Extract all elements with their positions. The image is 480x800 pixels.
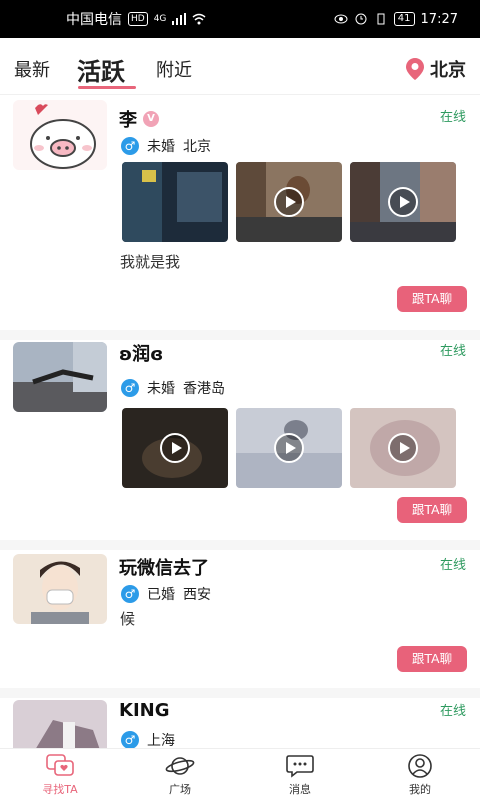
nav-messages[interactable]: 消息: [240, 749, 360, 800]
photo-strip: [122, 162, 456, 242]
wifi-icon: [192, 13, 206, 25]
user-meta: ♂ 未婚 北京: [121, 136, 211, 156]
nav-label: 寻找TA: [42, 782, 78, 796]
photo-image: [122, 162, 228, 242]
marital-status: 未婚: [147, 381, 175, 397]
photo-thumbnail[interactable]: [122, 162, 228, 242]
male-gender-icon: ♂: [121, 731, 139, 749]
status-bar: 中国电信 HD 4G 41 17:27: [0, 0, 480, 38]
tab-active[interactable]: 活跃: [77, 52, 125, 87]
play-icon[interactable]: [388, 187, 418, 217]
user-card[interactable]: 玩微信去了 在线 ♂ 已婚 西安 候 跟TA聊: [0, 550, 480, 688]
nav-mine[interactable]: 我的: [360, 749, 480, 800]
bottom-nav: 寻找TA 广场 消息 我的: [0, 748, 480, 800]
card-separator: [0, 330, 480, 340]
online-status: 在线: [439, 344, 466, 359]
user-bio: 候: [120, 610, 136, 628]
card-separator: [0, 688, 480, 698]
eye-icon: [334, 14, 348, 24]
divider: [0, 94, 480, 95]
user-name[interactable]: KING: [119, 700, 169, 721]
user-name[interactable]: ʚ润ɞ: [119, 340, 163, 366]
male-gender-icon: ♂: [121, 379, 139, 397]
heart-chat-icon: [46, 753, 74, 776]
nav-label: 我的: [409, 782, 431, 796]
user-name-text: ʚ润ɞ: [119, 344, 164, 365]
avatar[interactable]: [13, 700, 107, 750]
active-tab-underline: [78, 86, 136, 89]
user-location: 西安: [183, 587, 211, 603]
user-meta: ♂ 未婚 香港岛: [121, 378, 225, 398]
vibrate-icon: [377, 13, 385, 25]
user-feed[interactable]: 李 V 在线 ♂ 未婚 北京 我就是我 跟TA聊 ʚ润ɞ 在线 ♂ 未婚 香港岛…: [0, 96, 480, 750]
marital-status: 已婚: [147, 587, 175, 603]
city-label: 北京: [430, 60, 466, 81]
user-meta: ♂ 上海: [121, 730, 175, 750]
play-icon[interactable]: [388, 433, 418, 463]
user-meta: ♂ 已婚 西安: [121, 584, 211, 604]
user-card[interactable]: 李 V 在线 ♂ 未婚 北京 我就是我 跟TA聊: [0, 96, 480, 330]
user-name-text: 李: [119, 110, 137, 131]
nav-find-ta[interactable]: 寻找TA: [0, 749, 120, 800]
male-gender-icon: ♂: [121, 585, 139, 603]
location-pin-icon: [406, 58, 424, 80]
user-name[interactable]: 李 V: [119, 106, 159, 132]
pig-avatar-image: [13, 100, 107, 170]
online-status: 在线: [439, 110, 466, 125]
user-name-text: KING: [119, 700, 170, 721]
user-name[interactable]: 玩微信去了: [119, 554, 209, 580]
avatar[interactable]: [13, 342, 107, 412]
online-status: 在线: [439, 558, 466, 573]
user-bio: 我就是我: [120, 253, 181, 271]
network-type: 4G: [153, 14, 167, 24]
signal-icon: [172, 13, 187, 25]
video-thumbnail[interactable]: [350, 162, 456, 242]
video-thumbnail[interactable]: [350, 408, 456, 488]
video-thumbnail[interactable]: [236, 162, 342, 242]
photo-strip: [122, 408, 456, 488]
avatar[interactable]: [13, 100, 107, 170]
user-card[interactable]: KING 在线 ♂ 上海: [0, 698, 480, 750]
message-icon: [286, 754, 314, 778]
card-separator: [0, 540, 480, 550]
avatar-image: [13, 342, 107, 412]
marital-status: 未婚: [147, 139, 175, 155]
tab-latest[interactable]: 最新: [14, 56, 50, 82]
video-thumbnail[interactable]: [122, 408, 228, 488]
user-name-text: 玩微信去了: [119, 558, 209, 579]
hd-badge: HD: [128, 12, 148, 26]
tab-nearby[interactable]: 附近: [156, 56, 192, 82]
user-location: 香港岛: [183, 381, 225, 397]
carrier-label: 中国电信: [66, 12, 122, 28]
user-location: 上海: [147, 733, 175, 749]
play-icon[interactable]: [160, 433, 190, 463]
video-thumbnail[interactable]: [236, 408, 342, 488]
chat-with-user-button[interactable]: 跟TA聊: [397, 286, 467, 312]
male-gender-icon: ♂: [121, 137, 139, 155]
chat-with-user-button[interactable]: 跟TA聊: [397, 646, 467, 672]
avatar[interactable]: [13, 554, 107, 624]
nav-label: 消息: [289, 782, 311, 796]
user-location: 北京: [183, 139, 211, 155]
avatar-image: [13, 700, 107, 750]
profile-icon: [408, 753, 432, 778]
avatar-image: [13, 554, 107, 624]
play-icon[interactable]: [274, 433, 304, 463]
nav-label: 广场: [169, 782, 191, 796]
clock: 17:27: [420, 11, 458, 27]
planet-icon: [165, 756, 195, 775]
nav-square[interactable]: 广场: [120, 749, 240, 800]
online-status: 在线: [439, 704, 466, 719]
user-card[interactable]: ʚ润ɞ 在线 ♂ 未婚 香港岛 跟TA聊: [0, 340, 480, 540]
chat-with-user-button[interactable]: 跟TA聊: [397, 497, 467, 523]
top-tab-bar: 最新 活跃 附近 北京: [0, 38, 480, 94]
play-icon[interactable]: [274, 187, 304, 217]
vip-badge: V: [143, 111, 159, 127]
city-selector[interactable]: 北京: [406, 56, 466, 82]
battery-level: 41: [393, 12, 415, 26]
alarm-icon: [355, 13, 367, 25]
